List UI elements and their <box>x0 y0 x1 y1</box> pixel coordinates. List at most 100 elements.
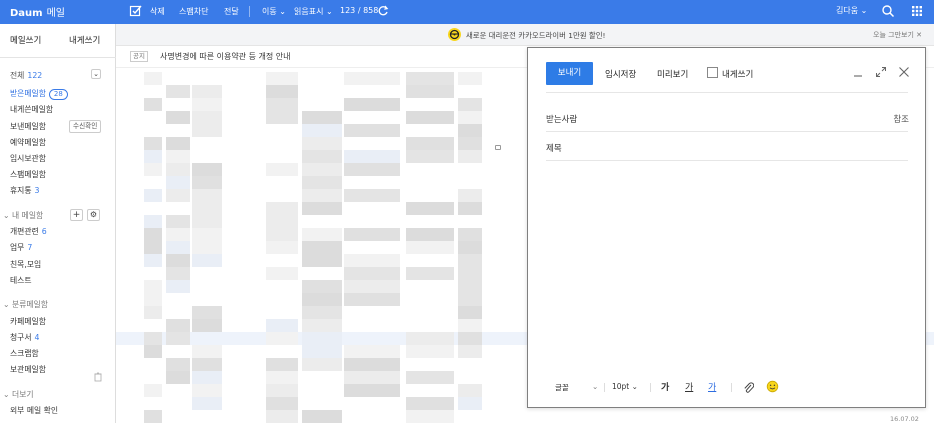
sidebar-item-folder[interactable]: 업무 7 <box>10 242 32 253</box>
add-folder-button[interactable]: + <box>70 209 83 221</box>
font-family-select[interactable]: 글꼴 <box>555 382 569 393</box>
blur-block <box>192 163 222 176</box>
sidebar-item-folder[interactable]: 친목,모임 <box>10 259 41 270</box>
delete-button[interactable]: 삭제 <box>150 6 165 17</box>
minimize-icon[interactable] <box>852 66 864 78</box>
write-mail-button[interactable]: 메일쓰기 <box>10 34 41 46</box>
blur-block <box>266 358 298 371</box>
attach-paperclip-icon[interactable] <box>743 381 754 394</box>
blur-block <box>166 371 190 384</box>
blur-block <box>266 371 298 384</box>
blur-block <box>266 319 298 332</box>
blur-block <box>302 280 342 293</box>
blur-block <box>144 137 162 150</box>
expand-icon[interactable] <box>875 66 887 78</box>
blur-block <box>458 202 482 215</box>
sidebar-item-spam[interactable]: 스팸메일함 <box>10 169 46 180</box>
blur-block <box>344 371 400 384</box>
compose-divider <box>546 92 908 93</box>
sidebar-item-category[interactable]: 청구서 4 <box>10 332 40 343</box>
blur-block <box>406 137 454 150</box>
forward-button[interactable]: 전달 <box>224 6 239 17</box>
send-to-self-checkbox[interactable] <box>707 67 718 78</box>
all-mail[interactable]: 전체 122 <box>10 70 42 81</box>
blur-block <box>458 111 482 124</box>
blur-block <box>344 254 400 267</box>
blur-block <box>458 306 482 319</box>
blur-block <box>144 280 162 293</box>
refresh-icon[interactable] <box>376 3 390 19</box>
sidebar-divider <box>0 57 116 58</box>
my-folders-toggle[interactable]: ⌄ 내 메일함 <box>3 210 43 221</box>
blur-block <box>144 150 162 163</box>
sidebar-item-folder[interactable]: 테스트 <box>10 275 32 286</box>
sidebar-item-category[interactable]: 카페메일함 <box>10 316 46 327</box>
blur-block <box>166 176 190 189</box>
blur-block <box>458 254 482 267</box>
daum-logo[interactable]: Daum 메일 <box>10 4 65 19</box>
recipient-field-line[interactable] <box>546 131 908 132</box>
blur-block <box>458 137 482 150</box>
cc-button[interactable]: 참조 <box>893 113 909 125</box>
save-draft-button[interactable]: 임시저장 <box>605 68 636 80</box>
sidebar-item-sent[interactable]: 보낸메일함 <box>10 121 46 132</box>
blur-block <box>406 85 454 98</box>
spam-block-button[interactable]: 스팸차단 <box>179 6 208 17</box>
blur-block <box>458 332 482 345</box>
blur-block <box>266 410 298 423</box>
sidebar-item-to-me[interactable]: 내게쓴메일함 <box>10 104 53 115</box>
mail-date: 16.07.02 <box>890 415 919 423</box>
blur-block <box>166 111 190 124</box>
blur-block <box>406 371 454 384</box>
move-dropdown[interactable]: 이동 ⌄ <box>262 6 286 17</box>
font-family-chevron-icon[interactable]: ⌄ <box>592 382 598 391</box>
recipient-label: 받는사람 <box>546 115 578 125</box>
blur-block <box>266 72 298 85</box>
user-menu[interactable]: 김다움 ⌄ <box>836 5 867 16</box>
sidebar-item-inbox[interactable]: 받은메일함 28 <box>10 88 68 100</box>
blur-block <box>192 345 222 358</box>
sidebar-item-folder[interactable]: 개편관련 6 <box>10 226 47 237</box>
mail-row-blurred[interactable] <box>116 410 934 423</box>
notice-title[interactable]: 사명변경에 따른 이용약관 등 개정 안내 <box>160 51 290 62</box>
mark-read-dropdown[interactable]: 읽음표시 ⌄ <box>294 6 333 17</box>
preview-button[interactable]: 미리보기 <box>657 68 688 80</box>
blur-block <box>166 163 190 176</box>
sidebar-item-drafts[interactable]: 임시보관함 <box>10 153 46 164</box>
sidebar-item-trash[interactable]: 휴지통 3 <box>10 185 40 196</box>
apps-grid-icon[interactable] <box>910 3 924 19</box>
sidebar-item-external[interactable]: 외부 메일 확인 <box>10 405 58 416</box>
close-icon[interactable] <box>898 66 910 78</box>
categories-toggle[interactable]: ⌄ 분류메일함 <box>3 299 48 310</box>
sidebar-item-reserved[interactable]: 예약메일함 <box>10 137 46 148</box>
blur-block <box>344 228 400 241</box>
send-to-self-label[interactable]: 내게쓰기 <box>722 68 753 80</box>
bold-button[interactable]: 가 <box>661 380 669 393</box>
blur-block <box>406 267 454 280</box>
text-color-button[interactable]: 가 <box>708 380 716 393</box>
subject-field-line[interactable] <box>546 160 908 161</box>
blur-block <box>344 345 400 358</box>
folder-settings-gear-icon[interactable]: ⚙ <box>87 209 100 221</box>
sidebar-item-category[interactable]: 보관메일함 <box>10 364 46 375</box>
blur-block <box>166 137 190 150</box>
collapse-toggle[interactable]: ⌄ <box>91 69 101 79</box>
blur-block <box>458 150 482 163</box>
search-icon[interactable] <box>881 3 895 19</box>
trash-bin-icon[interactable] <box>94 372 102 382</box>
compose-body[interactable] <box>528 163 925 373</box>
write-to-self-button[interactable]: 내게쓰기 <box>69 34 100 46</box>
dismiss-today-button[interactable]: 오늘 그만보기 ✕ <box>873 30 922 40</box>
sidebar-item-category[interactable]: 스크랩함 <box>10 348 39 359</box>
write-check-icon[interactable] <box>129 3 143 19</box>
more-toggle[interactable]: ⌄ 더보기 <box>3 389 34 400</box>
blur-block <box>166 319 190 332</box>
promo-text[interactable]: 새로운 대리운전 카카오드라이버 1만원 할인! <box>466 30 605 41</box>
blur-block <box>406 111 454 124</box>
receipt-check-button[interactable]: 수신확인 <box>69 120 102 133</box>
underline-button[interactable]: 가 <box>685 380 693 393</box>
steering-wheel-icon <box>449 29 460 40</box>
emoji-icon[interactable] <box>766 380 779 393</box>
font-size-select[interactable]: 10pt ⌄ <box>612 382 638 391</box>
send-button[interactable]: 보내기 <box>546 62 593 85</box>
